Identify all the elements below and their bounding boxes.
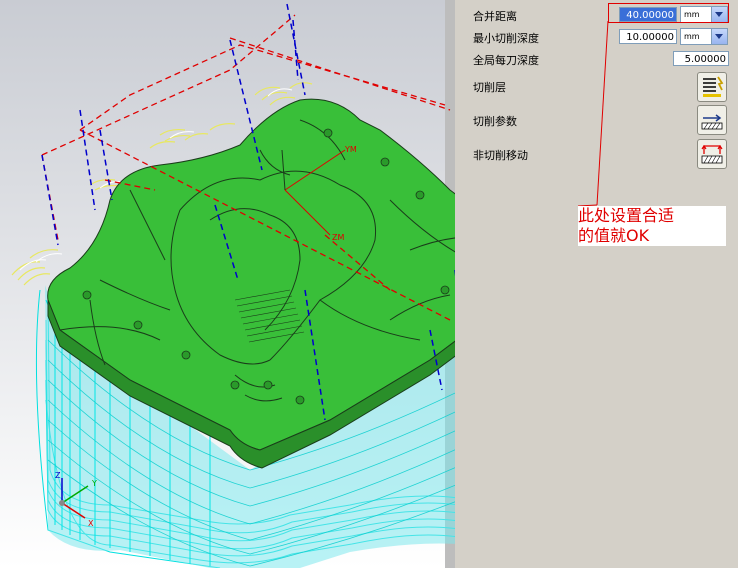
annotation-highlight-box xyxy=(608,3,729,23)
axis-x-label: X xyxy=(88,519,94,528)
min-cut-depth-unit-select[interactable]: mm xyxy=(680,28,728,45)
axis-z-label: Z xyxy=(55,471,61,480)
cut-params-button[interactable] xyxy=(697,105,727,135)
cam-toolpath-view: ZM YM Z Y X xyxy=(0,0,455,568)
axis-y-label: Y xyxy=(91,479,97,488)
annotation-note: 此处设置合适 的值就OK xyxy=(578,206,726,246)
cut-params-icon xyxy=(701,114,723,130)
svg-text:ZM: ZM xyxy=(332,233,344,242)
cut-levels-button[interactable] xyxy=(697,72,727,102)
annotation-line-2: 的值就OK xyxy=(578,226,650,245)
annotation-line-1: 此处设置合适 xyxy=(578,206,675,225)
noncut-moves-label: 非切削移动 xyxy=(473,149,528,162)
cut-levels-icon xyxy=(703,76,724,97)
cut-params-label: 切削参数 xyxy=(473,115,517,128)
global-depth-per-cut-input[interactable]: 5.00000 xyxy=(673,51,729,66)
merge-distance-label: 合并距离 xyxy=(473,10,517,23)
global-depth-per-cut-label: 全局每刀深度 xyxy=(473,54,539,67)
min-cut-depth-input[interactable]: 10.00000 xyxy=(619,29,677,44)
graphics-viewport[interactable]: ZM YM Z Y X xyxy=(0,0,455,568)
operation-dialog-panel: 合并距离 40.00000 mm 最小切削深度 10.00000 mm 全局每刀… xyxy=(455,0,738,568)
min-cut-depth-label: 最小切削深度 xyxy=(473,32,539,45)
noncut-moves-icon xyxy=(701,144,723,164)
chevron-down-icon xyxy=(711,29,727,44)
svg-text:YM: YM xyxy=(344,145,357,154)
cut-levels-label: 切削层 xyxy=(473,81,506,94)
noncut-moves-button[interactable] xyxy=(697,139,727,169)
